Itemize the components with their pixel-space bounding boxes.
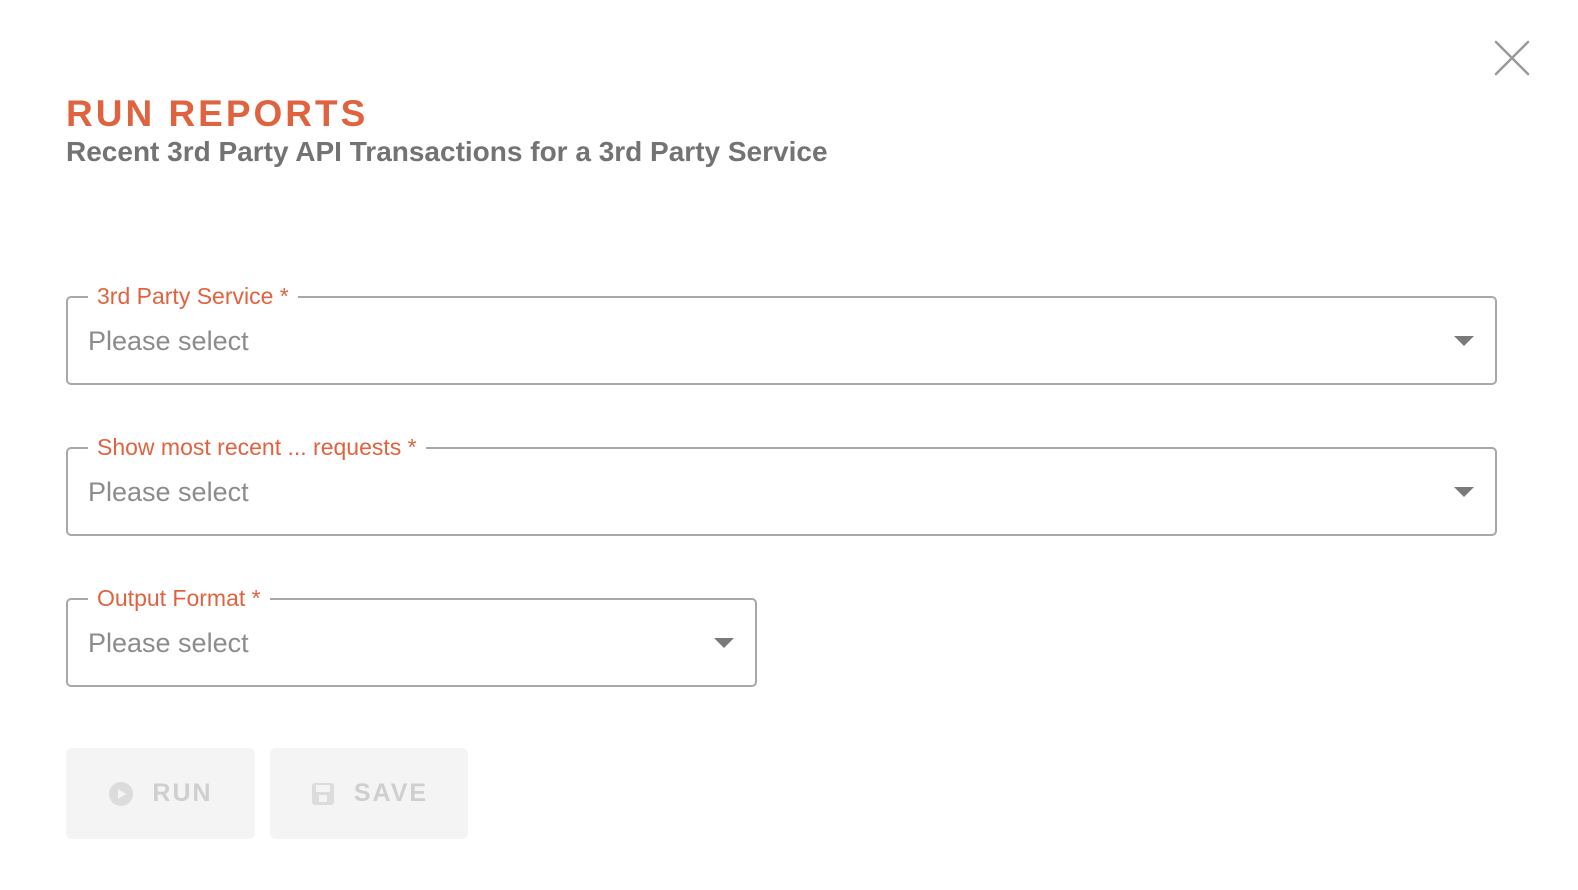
chevron-down-icon[interactable] xyxy=(714,638,734,648)
third-party-service-select[interactable]: 3rd Party Service * Please select xyxy=(66,280,1497,385)
close-button[interactable] xyxy=(1493,39,1531,77)
output-format-value: Please select xyxy=(88,628,249,658)
save-icon xyxy=(311,782,334,805)
most-recent-requests-label: Show most recent ... requests * xyxy=(88,431,426,463)
most-recent-requests-select[interactable]: Show most recent ... requests * Please s… xyxy=(66,431,1497,536)
close-icon xyxy=(1494,40,1530,76)
run-button[interactable]: RUN xyxy=(66,748,255,839)
run-reports-dialog: RUN REPORTS Recent 3rd Party API Transac… xyxy=(0,0,1578,890)
save-button[interactable]: SAVE xyxy=(270,748,468,839)
save-button-label: SAVE xyxy=(353,779,429,807)
dialog-subtitle: Recent 3rd Party API Transactions for a … xyxy=(66,136,828,167)
dialog-title: RUN REPORTS xyxy=(66,93,369,134)
output-format-select[interactable]: Output Format * Please select xyxy=(66,582,757,687)
chevron-down-icon[interactable] xyxy=(1454,336,1474,346)
most-recent-requests-value: Please select xyxy=(88,477,249,507)
chevron-down-icon[interactable] xyxy=(1454,487,1474,497)
third-party-service-label: 3rd Party Service * xyxy=(88,280,298,312)
play-icon xyxy=(109,781,134,806)
third-party-service-value: Please select xyxy=(88,326,249,356)
output-format-label: Output Format * xyxy=(88,582,270,614)
run-button-label: RUN xyxy=(152,779,213,807)
